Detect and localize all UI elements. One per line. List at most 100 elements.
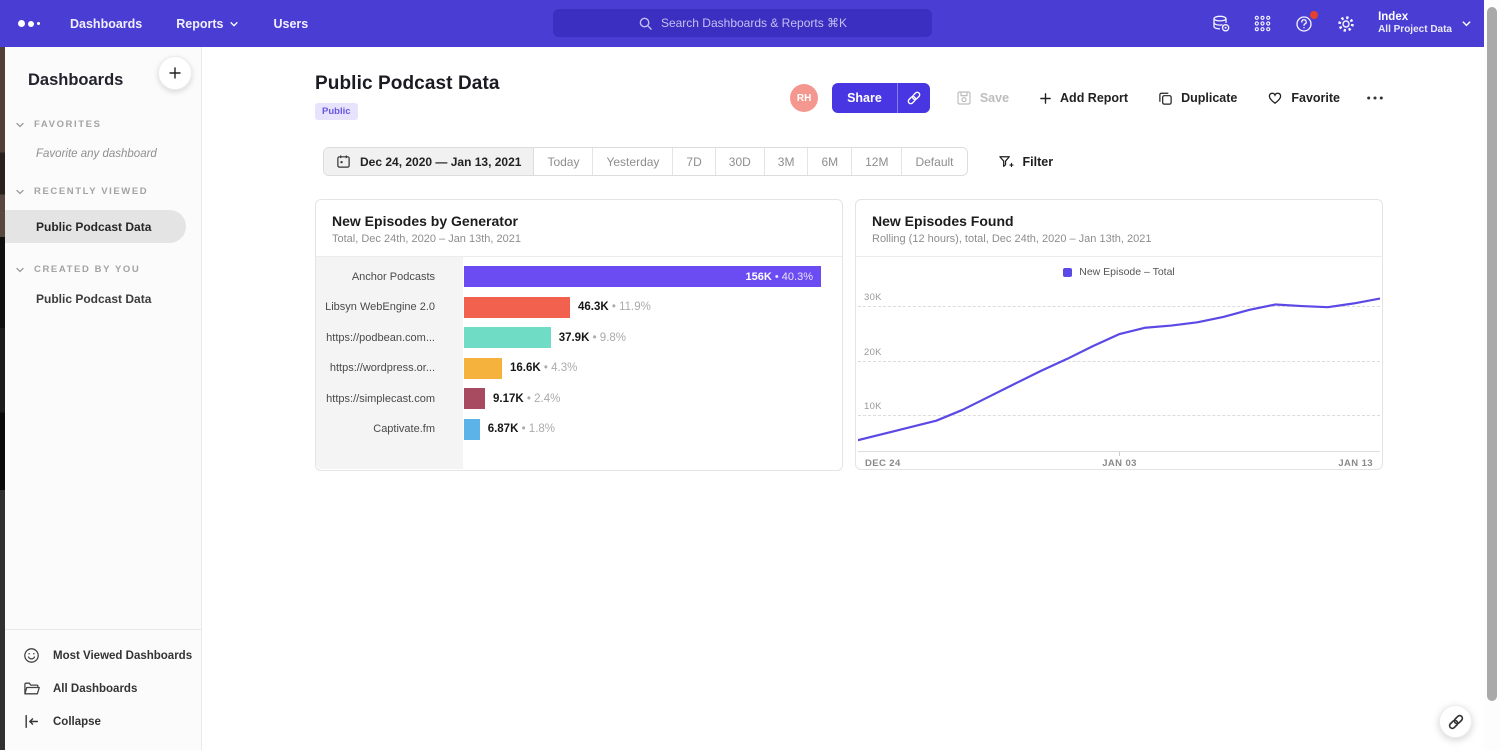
collapse-sidebar-item[interactable]: Collapse [5, 705, 201, 738]
line-chart-card: New Episodes Found Rolling (12 hours), t… [855, 199, 1383, 470]
bar-value-label: 9.17K • 2.4% [493, 393, 560, 405]
x-tick-label: DEC 24 [865, 458, 901, 469]
apps-grid-icon[interactable] [1253, 14, 1272, 33]
line-chart-legend: New Episode – Total [856, 266, 1382, 278]
bar-category-label: Libsyn WebEngine 2.0 [316, 301, 449, 313]
plus-icon [1039, 92, 1052, 105]
preset-30d[interactable]: 30D [716, 148, 765, 175]
bar-segment[interactable]: 156K • 40.3% [464, 266, 821, 287]
bar-chart-header: New Episodes by Generator Total, Dec 24t… [316, 200, 842, 257]
copy-link-button[interactable] [897, 83, 930, 113]
sidebar-item-public-podcast-data[interactable]: Public Podcast Data [5, 210, 186, 243]
bar-category-label: https://wordpress.or... [316, 362, 449, 374]
sidebar-footer: Most Viewed Dashboards All Dashboards Co… [5, 629, 201, 750]
create-dashboard-button[interactable] [158, 56, 192, 90]
search-icon [638, 16, 653, 31]
x-tick-label: JAN 03 [1102, 458, 1137, 469]
sidebar-section-label: RECENTLY VIEWED [34, 186, 148, 197]
favorite-button[interactable]: Favorite [1267, 90, 1340, 106]
bar-value-label: 6.87K • 1.8% [488, 423, 555, 435]
scrollbar-thumb[interactable] [1487, 7, 1497, 701]
legend-swatch [1063, 268, 1072, 277]
top-nav: Dashboards Reports Users Search Dashboar… [0, 0, 1500, 47]
share-button[interactable]: Share [832, 83, 897, 113]
line-chart-title: New Episodes Found [872, 213, 1366, 229]
chevron-down-icon [15, 187, 25, 197]
more-dots-icon [1366, 95, 1384, 101]
bar-chart-body: Anchor Podcasts 156K • 40.3% Libsyn WebEng… [316, 257, 842, 469]
bar-row: https://podbean.com...37.9K • 9.8% [316, 327, 842, 348]
data-source-icon[interactable] [1211, 14, 1231, 34]
line-chart-subtitle: Rolling (12 hours), total, Dec 24th, 202… [872, 233, 1366, 245]
bar-track: 16.6K • 4.3% [449, 358, 842, 379]
preset-7d[interactable]: 7D [673, 148, 715, 175]
bar-segment[interactable] [464, 327, 551, 348]
help-icon[interactable] [1294, 14, 1314, 34]
line-series-new-episode-total [858, 285, 1380, 451]
sidebar-empty-hint: Favorite any dashboard [5, 143, 201, 165]
folder-icon [23, 680, 40, 697]
bar-chart-subtitle: Total, Dec 24th, 2020 – Jan 13th, 2021 [332, 233, 826, 245]
bar-segment[interactable] [464, 419, 480, 440]
bar-category-label: Captivate.fm [316, 423, 449, 435]
nav-tab-dashboards[interactable]: Dashboards [70, 17, 142, 31]
app-logo[interactable] [18, 20, 40, 27]
chevron-down-icon [229, 19, 239, 29]
bar-track: 156K • 40.3% [449, 266, 842, 287]
sidebar-section-header[interactable]: FAVORITES [5, 119, 201, 130]
duplicate-button[interactable]: Duplicate [1158, 91, 1237, 106]
chevron-down-icon [15, 265, 25, 275]
project-selector[interactable]: Index All Project Data [1378, 11, 1472, 36]
x-tick-label: JAN 13 [1338, 458, 1373, 469]
sidebar-title: Dashboards [28, 71, 123, 89]
nav-tab-users[interactable]: Users [273, 17, 308, 31]
most-viewed-dashboards-item[interactable]: Most Viewed Dashboards [5, 639, 201, 672]
avatar[interactable]: RH [790, 84, 818, 112]
settings-gear-icon[interactable] [1336, 14, 1356, 34]
preset-today[interactable]: Today [534, 148, 593, 175]
sidebar-section-header[interactable]: CREATED BY YOU [5, 264, 201, 275]
sidebar-section-0: FAVORITES Favorite any dashboard [5, 119, 201, 165]
line-chart-header: New Episodes Found Rolling (12 hours), t… [856, 200, 1382, 257]
collapse-left-icon [23, 713, 40, 730]
bar-segment[interactable] [464, 297, 570, 318]
preset-3m[interactable]: 3M [765, 148, 809, 175]
date-presets: TodayYesterday7D30D3M6M12MDefault [534, 148, 966, 175]
share-split-button: Share [832, 83, 930, 113]
filter-button[interactable]: Filter [998, 154, 1054, 170]
chevron-down-icon [15, 120, 25, 130]
bar-chart-card: New Episodes by Generator Total, Dec 24t… [315, 199, 843, 471]
bar-track: 46.3K • 11.9% [449, 297, 842, 318]
bar-segment[interactable] [464, 358, 502, 379]
preset-12m[interactable]: 12M [852, 148, 902, 175]
duplicate-icon [1158, 91, 1173, 106]
link-icon [1447, 713, 1465, 731]
bar-value-label: 37.9K • 9.8% [559, 332, 626, 344]
global-search-bar[interactable]: Search Dashboards & Reports ⌘K [553, 9, 932, 37]
calendar-icon [336, 154, 351, 169]
x-axis-mid-tick [1119, 452, 1120, 456]
bar-category-label: Anchor Podcasts [316, 271, 449, 283]
preset-6m[interactable]: 6M [808, 148, 852, 175]
save-icon [956, 90, 972, 106]
preset-yesterday[interactable]: Yesterday [593, 148, 673, 175]
save-button[interactable]: Save [956, 90, 1009, 106]
bar-segment[interactable] [464, 388, 485, 409]
more-options-button[interactable] [1366, 95, 1384, 101]
notification-dot [1310, 11, 1318, 19]
preset-default[interactable]: Default [902, 148, 966, 175]
visibility-badge: Public [315, 103, 358, 120]
sidebar-section-header[interactable]: RECENTLY VIEWED [5, 186, 201, 197]
add-report-button[interactable]: Add Report [1039, 91, 1128, 105]
floating-link-button[interactable] [1439, 705, 1472, 738]
bar-row: https://wordpress.or...16.6K • 4.3% [316, 358, 842, 379]
nav-tab-reports[interactable]: Reports [176, 17, 239, 31]
filter-funnel-icon [998, 154, 1014, 170]
date-range-button[interactable]: Dec 24, 2020 — Jan 13, 2021 [324, 148, 534, 175]
project-name: Index [1378, 11, 1452, 24]
line-chart-plot[interactable]: 10K20K30K [858, 285, 1380, 452]
page-title: Public Podcast Data [315, 73, 500, 95]
project-scope: All Project Data [1378, 24, 1452, 36]
all-dashboards-item[interactable]: All Dashboards [5, 672, 201, 705]
sidebar-item-public-podcast-data[interactable]: Public Podcast Data [5, 288, 201, 310]
